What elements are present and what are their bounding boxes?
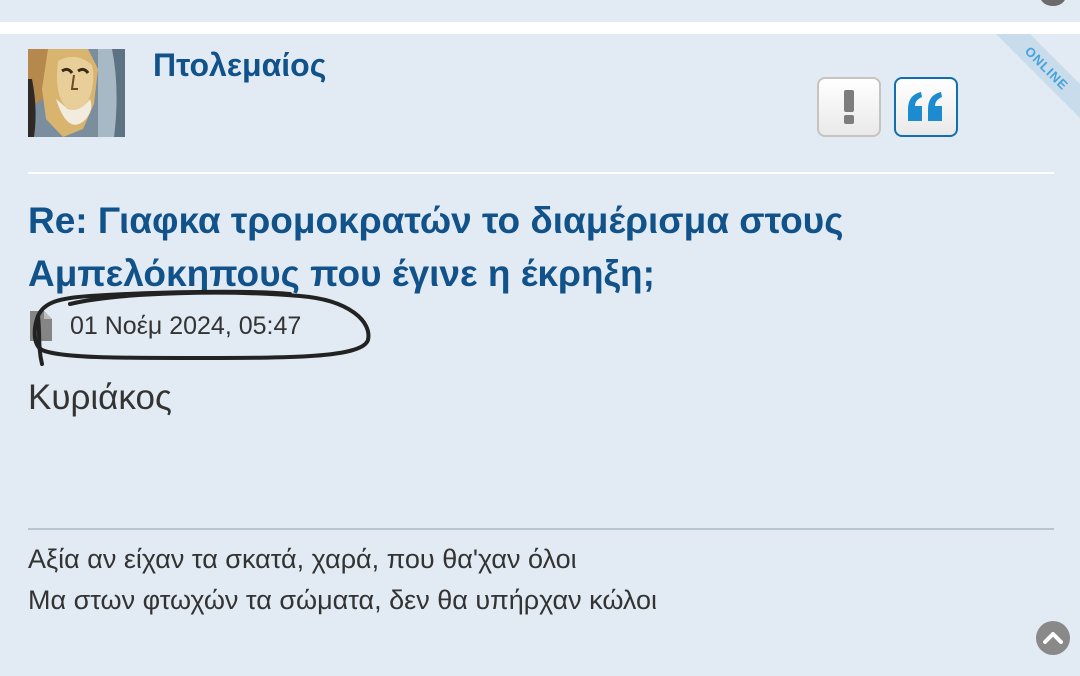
chevron-up-icon: [1043, 632, 1063, 644]
previous-post-edge: [0, 0, 1080, 22]
post-content: Κυριάκος: [28, 378, 172, 417]
user-avatar[interactable]: [28, 49, 125, 137]
quote-button[interactable]: [894, 77, 958, 137]
signature-line: Μα στων φτωχών τα σώματα, δεν θα υπήρχαν…: [28, 585, 657, 615]
signature: Αξία αν είχαν τα σκατά, χαρά, που θα'χαν…: [28, 539, 657, 621]
post-panel: Πτολεμαίος ONLINE Re: Γιαφκα τρομοκρατών…: [0, 34, 1080, 676]
quote-icon: [908, 92, 942, 121]
online-label: ONLINE: [1022, 43, 1072, 93]
file-icon[interactable]: [28, 311, 54, 341]
online-ribbon: ONLINE: [978, 34, 1080, 137]
post-date: 01 Νοέμ 2024, 05:47: [70, 311, 302, 340]
post-title[interactable]: Re: Γιαφκα τρομοκρατών το διαμέρισμα στο…: [28, 194, 1028, 300]
signature-divider: [28, 528, 1054, 530]
header-divider: [28, 172, 1054, 174]
scroll-top-icon-partial: [1040, 0, 1066, 6]
post-meta: 01 Νοέμ 2024, 05:47: [28, 308, 301, 344]
signature-line: Αξία αν είχαν τα σκατά, χαρά, που θα'χαν…: [28, 544, 577, 574]
author-name[interactable]: Πτολεμαίος: [153, 49, 326, 81]
report-button[interactable]: [817, 77, 881, 137]
exclamation-icon: [844, 90, 854, 124]
back-to-top-button[interactable]: [1036, 621, 1070, 655]
